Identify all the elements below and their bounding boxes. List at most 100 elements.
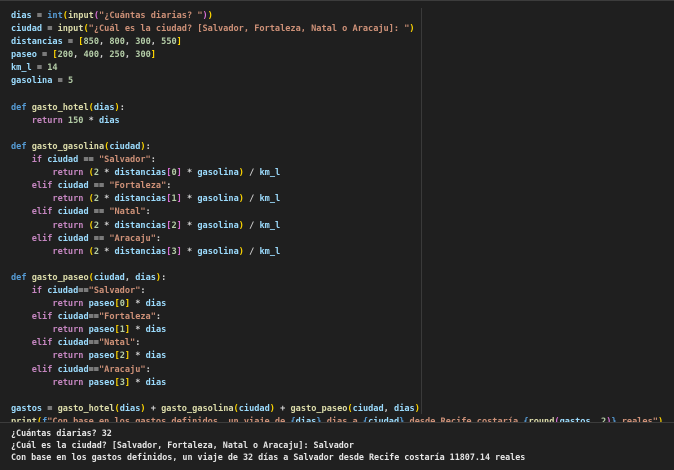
code-token: * — [99, 194, 115, 205]
code-line[interactable] — [11, 128, 663, 141]
code-token: input — [57, 24, 84, 35]
code-token: 550 — [161, 37, 177, 48]
code-token: distancias — [11, 37, 63, 48]
code-line[interactable]: if ciudad == "Salvador": — [11, 154, 663, 167]
code-token: = — [62, 37, 79, 48]
code-line[interactable]: elif ciudad == "Aracaju": — [11, 233, 663, 246]
code-token: gasto_paseo — [31, 272, 89, 283]
code-line[interactable] — [11, 89, 663, 102]
code-line[interactable]: return (2 * distancias[1] * gasolina) / … — [11, 193, 663, 206]
code-token: ] — [150, 50, 156, 61]
code-token: return — [52, 351, 89, 362]
code-token: 250 — [109, 50, 125, 61]
code-token: dias — [145, 377, 167, 388]
code-editor[interactable]: dias = int(input("¿Cuántas diarias? ")) c… — [0, 0, 674, 427]
code-token: ) — [414, 403, 420, 414]
code-lines[interactable]: dias = int(input("¿Cuántas diarias? ")) c… — [11, 10, 663, 429]
code-line[interactable]: gastos = gasto_hotel(dias) + gasto_gasol… — [11, 403, 663, 416]
code-token: dias — [145, 299, 167, 310]
code-line[interactable] — [11, 390, 663, 403]
code-token: km_l — [11, 63, 32, 74]
code-line[interactable]: paseo = [200, 400, 250, 300] — [11, 49, 663, 62]
code-line[interactable]: elif ciudad == "Fortaleza": — [11, 180, 663, 193]
code-token: 800 — [109, 37, 125, 48]
code-line[interactable]: distancias = [850, 800, 300, 550] — [11, 36, 663, 49]
code-token: "Fortaleza" — [109, 181, 167, 192]
code-token: ciudad — [57, 233, 89, 244]
code-token: 300 — [135, 37, 151, 48]
code-token: , — [124, 37, 136, 48]
code-token: return — [31, 115, 68, 126]
code-token: km_l — [259, 246, 281, 257]
code-token: elif — [31, 233, 58, 244]
code-token: , — [124, 50, 136, 61]
code-line[interactable]: return (2 * distancias[3] * gasolina) / … — [11, 246, 663, 259]
code-token: paseo — [88, 325, 115, 336]
code-token: : — [135, 338, 141, 349]
code-line[interactable]: elif ciudad=="Aracaju": — [11, 364, 663, 377]
code-token: / — [243, 246, 260, 257]
code-line[interactable]: return paseo[2] * dias — [11, 350, 663, 363]
code-line[interactable]: gasolina = 5 — [11, 75, 663, 88]
code-line[interactable]: return paseo[1] * dias — [11, 324, 663, 337]
code-line[interactable]: return paseo[3] * dias — [11, 377, 663, 390]
code-line[interactable] — [11, 259, 663, 272]
code-token: gastos — [11, 403, 43, 414]
code-token: = — [36, 50, 53, 61]
code-line[interactable]: return paseo[0] * dias — [11, 298, 663, 311]
code-token: : — [161, 272, 167, 283]
code-line[interactable]: elif ciudad=="Natal": — [11, 337, 663, 350]
code-token: , — [73, 50, 84, 61]
code-token: ciudad — [11, 24, 43, 35]
code-token: = — [31, 63, 48, 74]
code-token: * — [83, 115, 99, 126]
code-token: gasolina — [197, 220, 239, 231]
code-token: int — [47, 11, 63, 21]
code-line[interactable]: km_l = 14 — [11, 62, 663, 75]
code-token: 200 — [57, 50, 74, 61]
code-token: ciudad — [352, 403, 384, 414]
code-line[interactable]: return (2 * distancias[0] * gasolina) / … — [11, 167, 663, 180]
code-line[interactable]: return (2 * distancias[2] * gasolina) / … — [11, 220, 663, 233]
code-token: , — [124, 272, 136, 283]
code-token: def — [11, 102, 32, 113]
code-line[interactable]: dias = int(input("¿Cuántas diarias? ")) — [11, 10, 663, 23]
code-line[interactable]: elif ciudad == "Natal": — [11, 206, 663, 219]
code-token: gasolina — [197, 194, 239, 205]
code-line[interactable]: def gasto_gasolina(ciudad): — [11, 141, 663, 154]
code-token: return — [52, 299, 89, 310]
code-line[interactable]: def gasto_hotel(dias): — [11, 102, 663, 115]
code-token: return — [52, 246, 89, 257]
code-line[interactable]: return 150 * dias — [11, 115, 663, 128]
code-token: = — [31, 11, 48, 21]
code-token: * — [181, 194, 198, 205]
code-token: dias — [98, 115, 120, 126]
code-token: distancias — [114, 246, 167, 257]
code-token: elif — [31, 364, 58, 375]
code-token: * — [181, 246, 198, 257]
code-token: = — [42, 24, 58, 35]
code-token: elif — [31, 338, 58, 349]
code-token: ciudad — [57, 364, 89, 375]
code-line[interactable]: elif ciudad=="Fortaleza": — [11, 311, 663, 324]
code-line[interactable]: def gasto_paseo(ciudad, dias): — [11, 272, 663, 285]
code-token: : — [155, 233, 162, 244]
code-line[interactable]: if ciudad=="Salvador": — [11, 285, 663, 298]
code-token: * — [99, 220, 115, 231]
code-token: dias — [145, 351, 167, 362]
code-line[interactable]: ciudad = input("¿Cuál es la ciudad? [Sal… — [11, 23, 663, 36]
code-token: : — [140, 285, 146, 296]
terminal-line: ¿Cuál es la ciudad? [Salvador, Fortaleza… — [11, 440, 354, 451]
code-token: gasolina — [11, 76, 53, 87]
code-token: == — [88, 233, 110, 244]
terminal-panel[interactable]: ¿Cuántas diarias? 32 ¿Cuál es la ciudad?… — [0, 422, 674, 470]
code-token: ciudad — [57, 312, 89, 323]
code-token: return — [52, 325, 89, 336]
code-token: == — [88, 207, 110, 218]
